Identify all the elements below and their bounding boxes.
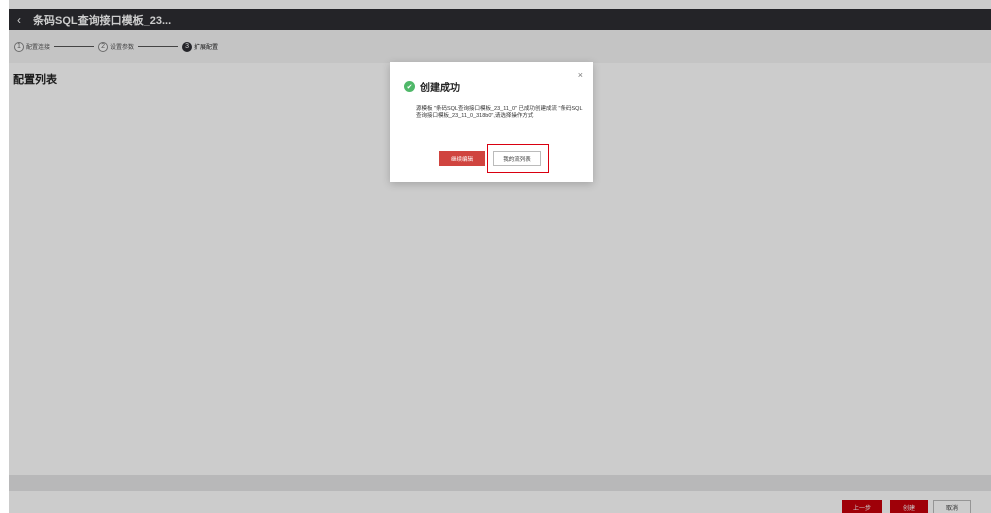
dialog-message: 源模板 "条码SQL查询接口模板_23_11_0" 已成功创建成流 "条码SQL… xyxy=(416,106,583,119)
dialog-header: ✔ 创建成功 xyxy=(404,79,460,94)
highlight-box xyxy=(487,144,549,173)
close-icon[interactable]: × xyxy=(578,70,583,80)
continue-edit-button[interactable]: 继续编辑 xyxy=(439,151,485,166)
check-circle-icon: ✔ xyxy=(404,81,415,92)
dialog-title: 创建成功 xyxy=(420,83,460,94)
page-edge xyxy=(0,0,9,513)
success-dialog: × ✔ 创建成功 源模板 "条码SQL查询接口模板_23_11_0" 已成功创建… xyxy=(390,62,593,182)
